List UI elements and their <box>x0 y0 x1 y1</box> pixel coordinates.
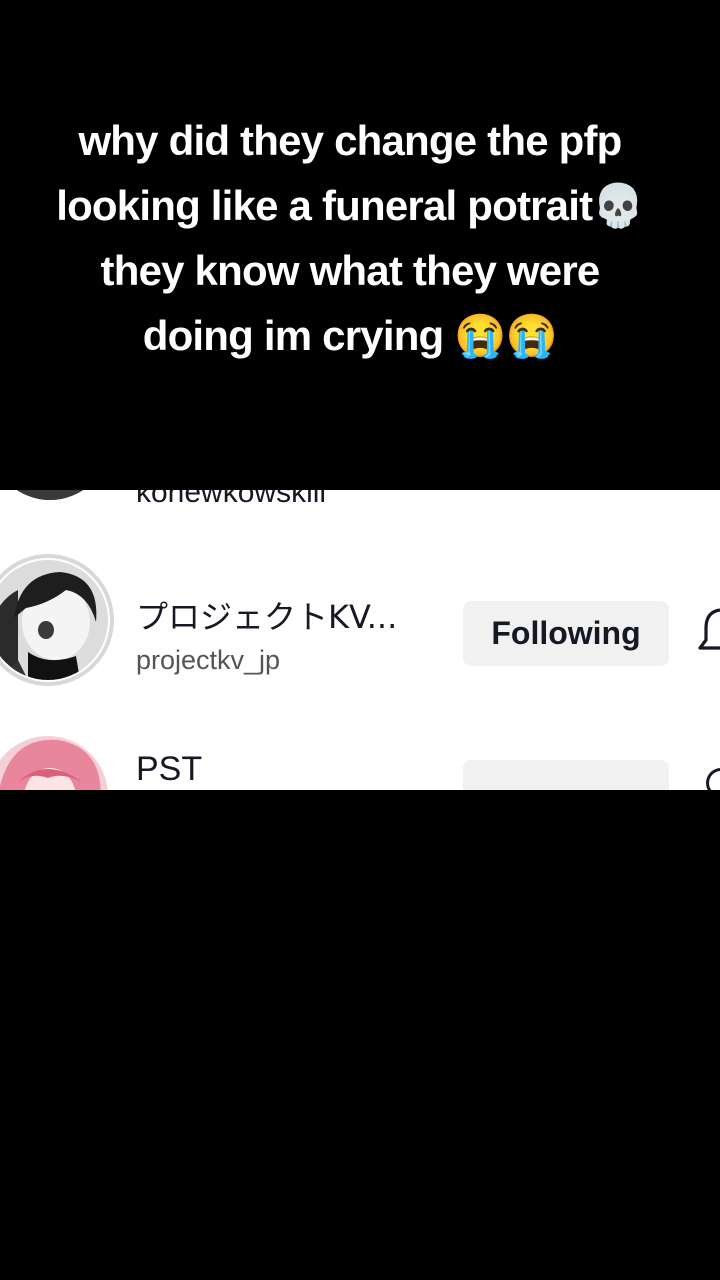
bell-icon[interactable] <box>698 606 720 658</box>
avatar[interactable] <box>0 490 110 500</box>
avatar[interactable] <box>0 736 108 790</box>
list-item[interactable]: プロジェクトKV... projectkv_jp Following <box>0 550 720 700</box>
handle: projectkv_jp <box>136 645 281 675</box>
following-list: konewkowskiii プロジェクトKV... projectkv_jp F… <box>0 490 720 790</box>
bell-icon[interactable] <box>706 768 720 790</box>
follow-button[interactable] <box>463 760 669 790</box>
display-name: PST <box>136 750 203 788</box>
list-item[interactable]: konewkowskiii <box>0 490 720 530</box>
display-name: プロジェクトKV... <box>136 598 398 636</box>
following-button[interactable]: Following <box>463 601 669 666</box>
list-item[interactable]: PST <box>0 736 720 790</box>
video-caption: why did they change the pfp looking like… <box>56 117 644 359</box>
handle: konewkowskiii <box>136 490 327 509</box>
